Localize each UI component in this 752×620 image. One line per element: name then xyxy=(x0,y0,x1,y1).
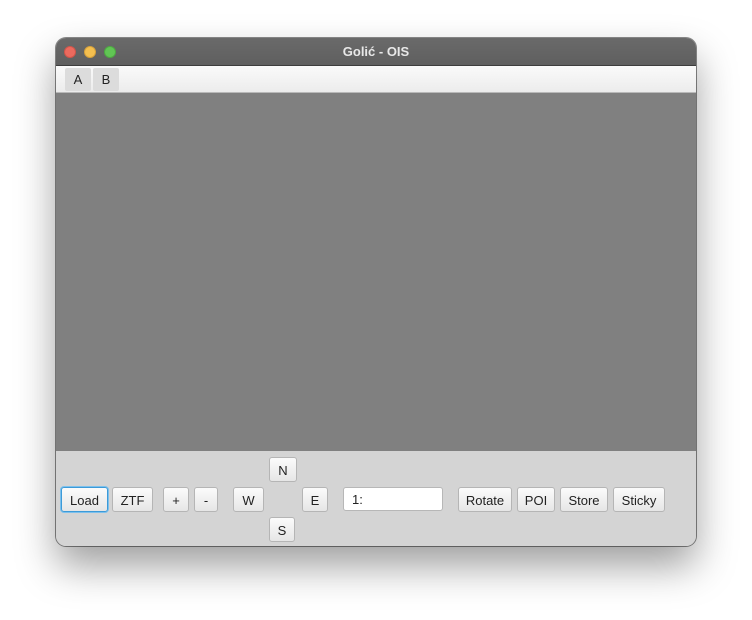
zoom-out-button[interactable]: - xyxy=(194,487,218,512)
store-button[interactable]: Store xyxy=(560,487,608,512)
pan-east-button[interactable]: E xyxy=(302,487,328,512)
scale-input[interactable] xyxy=(343,487,443,511)
pan-west-button[interactable]: W xyxy=(233,487,264,512)
window-title: Golić - OIS xyxy=(342,44,410,59)
menu-bar: A B xyxy=(56,66,696,93)
map-canvas[interactable] xyxy=(56,93,696,451)
rotate-button[interactable]: Rotate xyxy=(458,487,512,512)
pan-south-button[interactable]: S xyxy=(269,517,295,542)
app-window: Golić - OIS A B Load ZTF + - W N S E Rot… xyxy=(56,38,696,546)
sticky-button[interactable]: Sticky xyxy=(613,487,665,512)
load-button[interactable]: Load xyxy=(61,487,108,512)
menu-b[interactable]: B xyxy=(93,68,119,91)
ztf-button[interactable]: ZTF xyxy=(112,487,153,512)
pan-north-button[interactable]: N xyxy=(269,457,297,482)
menu-a[interactable]: A xyxy=(65,68,91,91)
bottom-toolbar: Load ZTF + - W N S E Rotate POI Store St… xyxy=(56,451,696,546)
zoom-in-button[interactable]: + xyxy=(163,487,189,512)
poi-button[interactable]: POI xyxy=(517,487,555,512)
title-bar[interactable]: Golić - OIS xyxy=(56,38,696,66)
